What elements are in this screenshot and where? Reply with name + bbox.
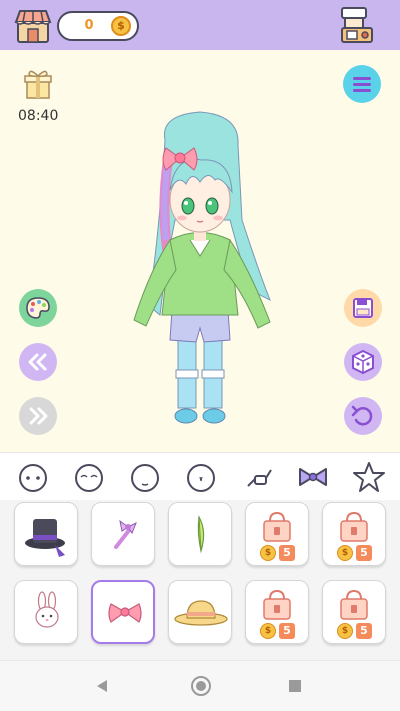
face-icon xyxy=(131,464,159,492)
nav-home-icon[interactable] xyxy=(190,675,212,697)
undo-icon xyxy=(351,405,373,426)
system-nav-bar xyxy=(0,660,400,711)
coin-icon: $ xyxy=(337,623,353,639)
price-tag: $ 5 xyxy=(337,545,377,561)
item-locked-2[interactable]: $ 5 xyxy=(322,502,386,566)
face-icon xyxy=(187,464,215,492)
top-bar: 0 $ xyxy=(0,0,400,50)
glasses-icon xyxy=(247,469,272,487)
dress-up-stage: 08:40 xyxy=(0,50,400,452)
face-icon xyxy=(75,464,103,492)
coin-icon: $ xyxy=(337,545,353,561)
save-button[interactable] xyxy=(344,289,382,327)
undo-button[interactable] xyxy=(344,397,382,435)
random-button[interactable] xyxy=(344,343,382,381)
dice-icon xyxy=(352,349,374,375)
coin-counter: 0 $ xyxy=(57,11,139,41)
palette-icon xyxy=(26,297,50,319)
character-avatar xyxy=(133,111,271,424)
hat-icon xyxy=(174,600,228,626)
coin-count: 0 xyxy=(84,18,94,33)
item-locked-3[interactable]: $ 5 xyxy=(245,580,309,644)
item-top-hat[interactable] xyxy=(14,502,78,566)
star-icon xyxy=(353,462,385,492)
menu-button[interactable] xyxy=(343,65,381,103)
next-button[interactable] xyxy=(19,397,57,435)
price-tag: $ 5 xyxy=(260,545,300,561)
nav-recent-apps-icon[interactable] xyxy=(287,678,303,694)
double-chevron-left-icon xyxy=(28,353,47,371)
category-face-4[interactable] xyxy=(184,460,218,494)
face-icon xyxy=(19,464,47,492)
price-tag: $ 5 xyxy=(260,623,300,639)
previous-button[interactable] xyxy=(19,343,57,381)
menu-icon xyxy=(353,77,371,92)
category-bar xyxy=(0,452,400,500)
price-value: 5 xyxy=(279,545,295,561)
item-locked-1[interactable]: $ 5 xyxy=(245,502,309,566)
item-locked-4[interactable]: $ 5 xyxy=(322,580,386,644)
double-chevron-right-icon xyxy=(29,407,48,425)
floppy-disk-icon xyxy=(353,298,373,318)
price-value: 5 xyxy=(279,623,295,639)
category-accessory[interactable] xyxy=(242,460,276,494)
item-bow-wand[interactable] xyxy=(91,502,155,566)
gift-timer: 08:40 xyxy=(18,108,59,124)
bunny-icon xyxy=(35,591,59,628)
price-tag: $ 5 xyxy=(337,623,377,639)
coin-icon: $ xyxy=(260,545,276,561)
gacha-machine-icon[interactable] xyxy=(340,6,374,44)
item-feather[interactable] xyxy=(168,502,232,566)
item-straw-hat[interactable] xyxy=(168,580,232,644)
category-face-2[interactable] xyxy=(72,460,106,494)
bow-icon xyxy=(108,603,142,623)
category-bow[interactable] xyxy=(296,460,330,494)
price-value: 5 xyxy=(356,545,372,561)
coin-icon: $ xyxy=(260,623,276,639)
bow-icon xyxy=(299,468,327,486)
price-value: 5 xyxy=(356,623,372,639)
category-face-1[interactable] xyxy=(16,460,50,494)
feather-icon xyxy=(197,515,205,554)
palette-button[interactable] xyxy=(19,289,57,327)
item-pink-bow[interactable] xyxy=(91,580,155,644)
category-favorite[interactable] xyxy=(352,460,386,494)
top-hat-icon xyxy=(25,519,65,557)
wand-icon xyxy=(114,519,137,549)
nav-back-icon[interactable] xyxy=(94,678,110,694)
shop-stall-icon[interactable] xyxy=(14,8,52,44)
gift-icon[interactable] xyxy=(24,68,52,102)
item-bunny-clip[interactable] xyxy=(14,580,78,644)
category-face-3[interactable] xyxy=(128,460,162,494)
item-grid: $ 5 $ 5 $ 5 $ 5 xyxy=(0,500,400,660)
coin-icon: $ xyxy=(111,16,131,36)
